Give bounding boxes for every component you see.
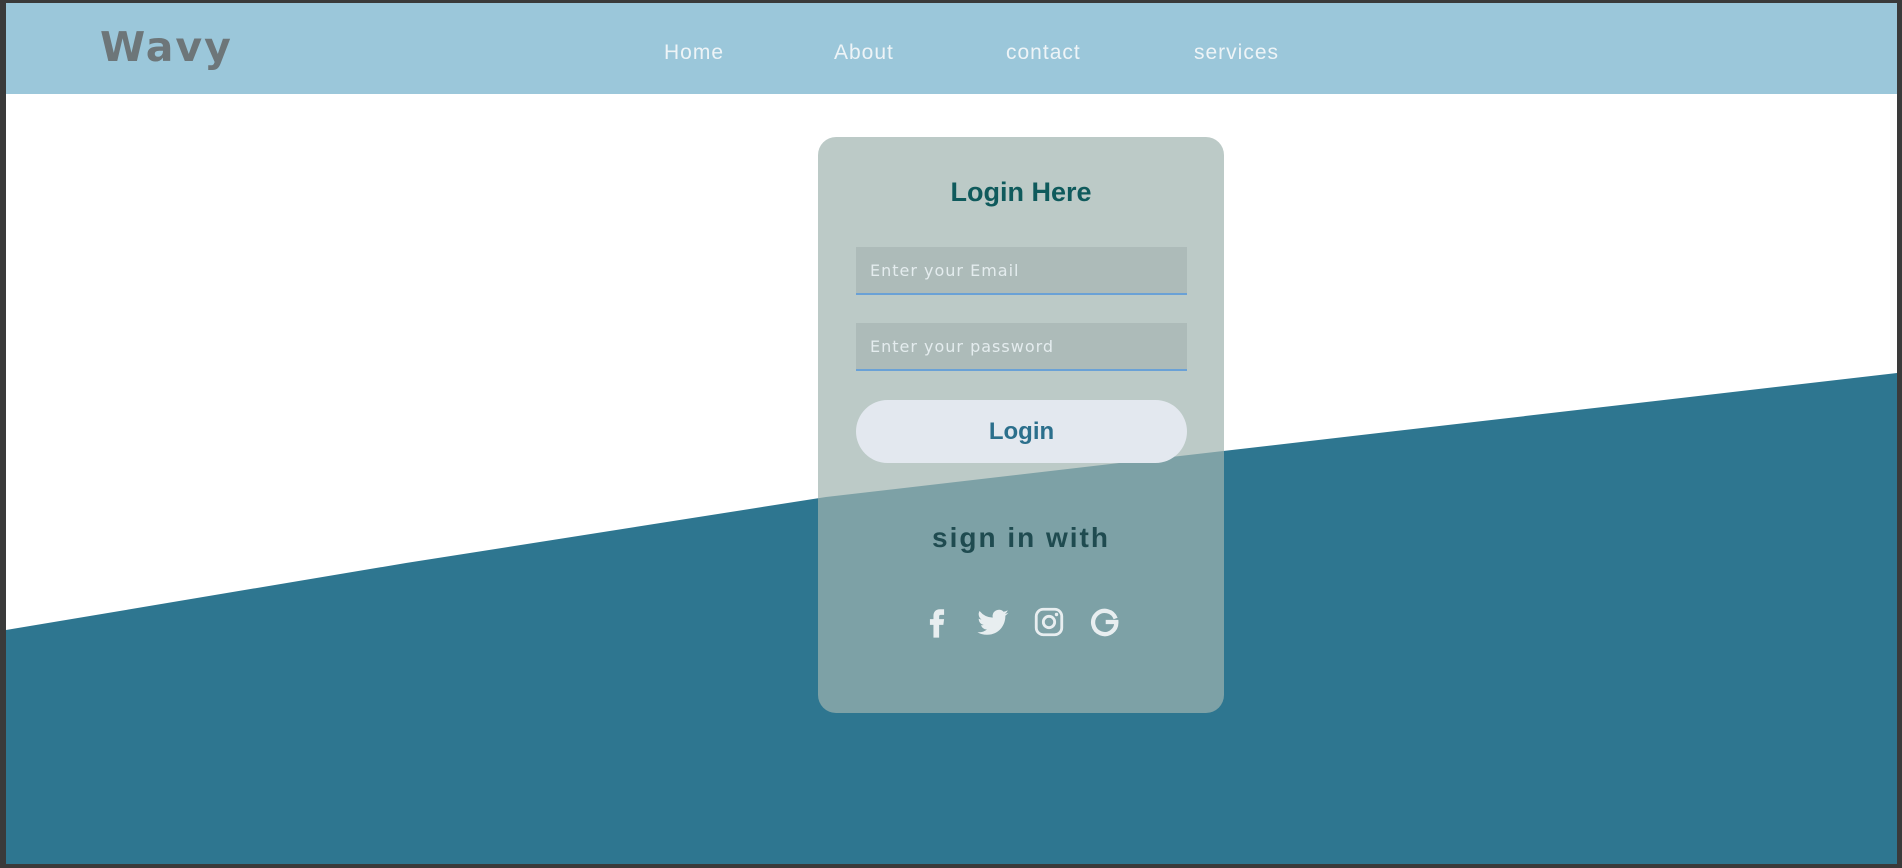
facebook-icon[interactable]: [920, 605, 954, 639]
nav-link-home[interactable]: Home: [664, 41, 724, 65]
login-title: Login Here: [950, 177, 1092, 207]
nav-link-about[interactable]: About: [834, 41, 894, 65]
sign-in-with-label: sign in with: [932, 522, 1110, 553]
password-input[interactable]: [856, 323, 1187, 371]
page-frame: Wavy Home About contact services Login H…: [6, 3, 1897, 864]
logo[interactable]: Wavy: [100, 23, 233, 71]
nav-link-contact[interactable]: contact: [1006, 41, 1081, 65]
nav-link-services[interactable]: services: [1194, 41, 1279, 65]
google-icon[interactable]: [1088, 605, 1122, 639]
social-icons: [818, 605, 1224, 639]
navbar: Wavy Home About contact services: [6, 3, 1897, 94]
login-card: Login Here Login sign in with: [818, 137, 1224, 713]
twitter-icon[interactable]: [976, 605, 1010, 639]
login-button[interactable]: Login: [856, 400, 1187, 463]
instagram-icon[interactable]: [1032, 605, 1066, 639]
email-input[interactable]: [856, 247, 1187, 295]
